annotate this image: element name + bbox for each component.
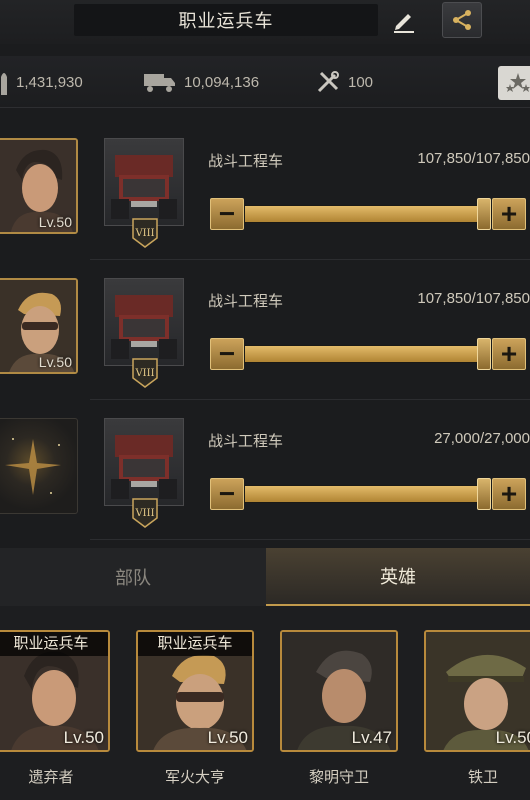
star-rating-button[interactable] <box>498 66 530 100</box>
increase-button[interactable]: + <box>492 338 526 370</box>
assigned-hero-portrait[interactable]: Lv.50 <box>0 278 78 374</box>
transport-value: 10,094,136 <box>184 73 260 91</box>
slider-thumb[interactable] <box>477 478 491 510</box>
unit-quantity-slider[interactable]: − + <box>210 478 530 510</box>
slider-fill <box>245 206 491 222</box>
unit-quantity-slider[interactable]: − + <box>210 338 530 370</box>
slider-track[interactable] <box>244 198 492 230</box>
plus-icon: + <box>500 338 518 369</box>
hero-card[interactable]: Lv.50 <box>424 630 530 752</box>
decrease-button[interactable]: − <box>210 338 244 370</box>
stars-icon <box>506 73 530 92</box>
plus-icon: + <box>500 198 518 229</box>
rank-label: VIII <box>134 508 154 519</box>
assigned-hero-portrait[interactable]: Lv.50 <box>0 138 78 234</box>
tab-troops[interactable]: 部队 <box>0 548 266 606</box>
hero-level: Lv.50 <box>38 354 72 370</box>
slider-fill <box>245 346 491 362</box>
unit-row-2: Lv.50 VIII 战斗工程车 107,850/107,850 − + <box>0 270 530 400</box>
hero-level: Lv.50 <box>495 728 530 747</box>
unit-count: 107,850/107,850 <box>417 150 530 167</box>
hero-level: Lv.50 <box>38 214 72 230</box>
hero-name: 黎明守卫 <box>308 769 369 786</box>
truck-icon <box>144 74 175 92</box>
repair-stat: 100 <box>316 68 373 96</box>
hero-assignment-tag: 职业运兵车 <box>0 632 108 656</box>
share-icon <box>453 10 471 30</box>
minus-icon: − <box>218 198 236 229</box>
hero-name: 铁卫 <box>467 769 498 786</box>
rank-badge: VIII <box>132 498 158 528</box>
combat-engineer-vehicle-icon <box>111 295 177 359</box>
rank-badge: VIII <box>132 358 158 388</box>
increase-button[interactable]: + <box>492 478 526 510</box>
unit-count: 107,850/107,850 <box>417 290 530 307</box>
unit-name: 战斗工程车 <box>208 153 284 170</box>
tab-bar: 部队 英雄 <box>0 548 530 606</box>
rank-badge: VIII <box>132 218 158 248</box>
repair-value: 100 <box>348 73 374 91</box>
rank-label: VIII <box>134 228 154 239</box>
rank-label: VIII <box>134 368 154 379</box>
slider-fill <box>245 486 491 502</box>
wrench-icon <box>317 71 339 93</box>
unit-name: 战斗工程车 <box>208 293 284 310</box>
edit-name-button[interactable] <box>390 6 418 34</box>
hero-level: Lv.50 <box>207 728 248 747</box>
hero-name: 遗弃者 <box>28 769 74 786</box>
ammo-value: 1,431,930 <box>16 73 83 91</box>
add-hero-sparkle-icon <box>5 438 61 495</box>
hero-level: Lv.47 <box>351 728 392 747</box>
resource-stats-bar: 1,431,930 10,094,136 100 <box>0 56 530 108</box>
hero-list: 职业运兵车 Lv.50 遗弃者 职业运兵车 Lv.50 军火大亨 Lv.47 黎… <box>0 606 530 800</box>
transport-stat: 10,094,136 <box>144 68 259 96</box>
unit-row-1: Lv.50 VIII 战斗工程车 107,850/107,850 − + <box>0 130 530 260</box>
hero-card[interactable]: 职业运兵车 Lv.50 <box>136 630 254 752</box>
bullet-icon <box>1 73 7 95</box>
hero-card[interactable]: Lv.47 <box>280 630 398 752</box>
minus-icon: − <box>218 338 236 369</box>
share-button[interactable] <box>442 2 482 38</box>
tab-heroes[interactable]: 英雄 <box>266 548 530 606</box>
minus-icon: − <box>218 478 236 509</box>
unit-row-3: VIII 战斗工程车 27,000/27,000 − + <box>0 410 530 540</box>
hero-card[interactable]: 职业运兵车 Lv.50 <box>0 630 110 752</box>
decrease-button[interactable]: − <box>210 478 244 510</box>
empty-hero-slot[interactable] <box>0 418 78 514</box>
ammo-stat: 1,431,930 <box>0 68 83 96</box>
slider-thumb[interactable] <box>477 338 491 370</box>
hero-name: 军火大亨 <box>164 769 225 786</box>
slider-track[interactable] <box>244 478 492 510</box>
slider-thumb[interactable] <box>477 198 491 230</box>
decrease-button[interactable]: − <box>210 198 244 230</box>
formation-title[interactable]: 职业运兵车 <box>74 4 378 36</box>
pencil-icon <box>394 14 414 33</box>
hero-level: Lv.50 <box>63 728 104 747</box>
plus-icon: + <box>500 478 518 509</box>
slider-track[interactable] <box>244 338 492 370</box>
unit-count: 27,000/27,000 <box>434 430 530 447</box>
combat-engineer-vehicle-icon <box>111 155 177 219</box>
vehicle-card[interactable] <box>104 418 184 506</box>
unit-quantity-slider[interactable]: − + <box>210 198 530 230</box>
top-bar: 职业运兵车 <box>0 0 530 44</box>
increase-button[interactable]: + <box>492 198 526 230</box>
unit-name: 战斗工程车 <box>208 433 284 450</box>
vehicle-card[interactable] <box>104 278 184 366</box>
hero-assignment-tag: 职业运兵车 <box>138 632 252 656</box>
vehicle-card[interactable] <box>104 138 184 226</box>
combat-engineer-vehicle-icon <box>111 435 177 499</box>
